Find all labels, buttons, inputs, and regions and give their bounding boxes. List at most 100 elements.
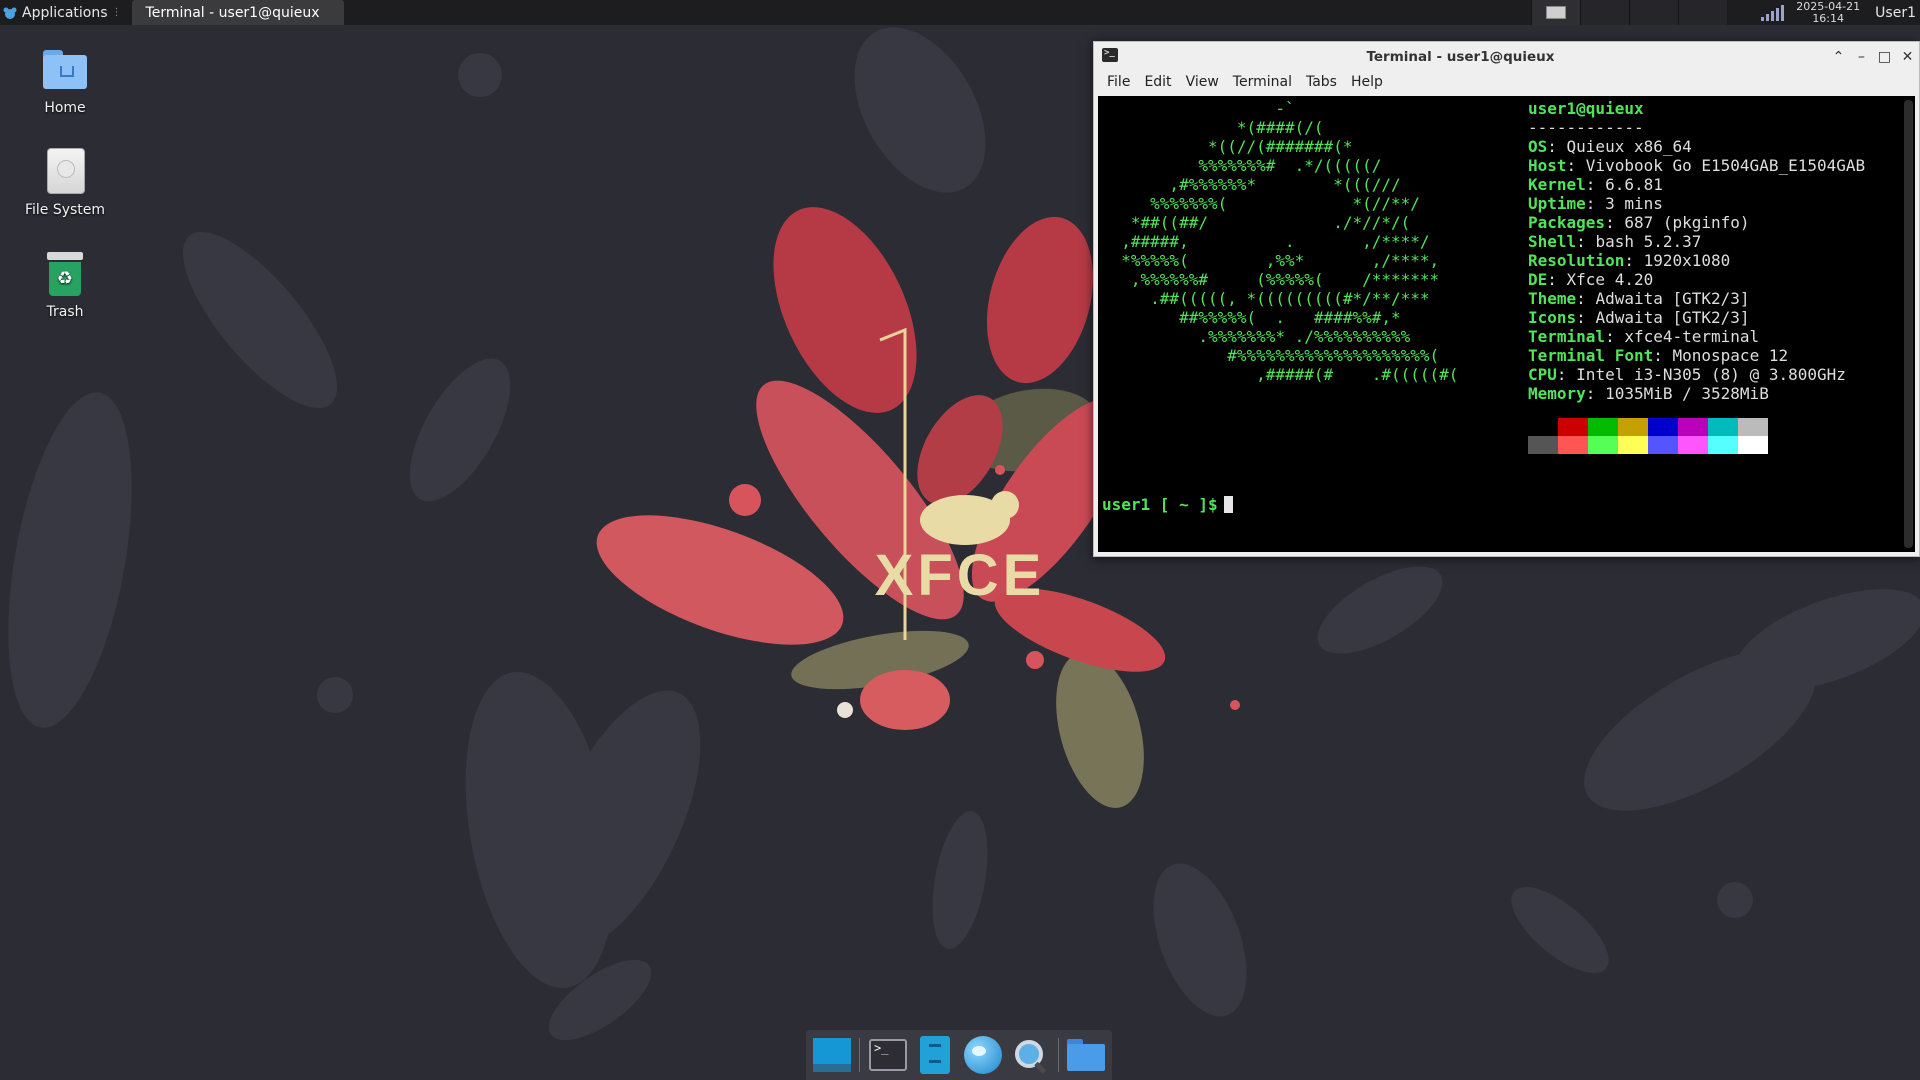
desktop-icon-label: Home bbox=[44, 100, 86, 116]
search-icon bbox=[1012, 1037, 1048, 1074]
desktop-icon-trash[interactable]: ♻ Trash bbox=[0, 250, 130, 320]
info-value: 6.6.81 bbox=[1605, 175, 1663, 194]
info-key: Uptime bbox=[1528, 194, 1586, 213]
terminal-scrollbar[interactable] bbox=[1904, 100, 1913, 548]
palette-swatch bbox=[1738, 418, 1768, 436]
close-button[interactable]: ✕ bbox=[1896, 45, 1919, 68]
text-cursor bbox=[1223, 496, 1233, 513]
info-line: Uptime: 3 mins bbox=[1528, 194, 1865, 213]
menu-edit[interactable]: Edit bbox=[1137, 74, 1178, 90]
terminal-titlebar[interactable]: Terminal - user1@quieux ⌃ – □ ✕ bbox=[1094, 42, 1919, 71]
dock-show-desktop[interactable] bbox=[812, 1035, 851, 1075]
terminal-title: Terminal - user1@quieux bbox=[1366, 48, 1555, 65]
palette-swatch bbox=[1618, 418, 1648, 436]
dock-app-finder[interactable] bbox=[1010, 1035, 1049, 1075]
info-key: Shell bbox=[1528, 232, 1577, 251]
terminal-output[interactable]: -` *(####(/( *((//(#######(* %%%%%%%# .*… bbox=[1098, 96, 1915, 552]
palette-swatch bbox=[1648, 418, 1678, 436]
info-separator: ------------ bbox=[1528, 118, 1644, 137]
prompt-line[interactable]: user1 [ ~ ]$ bbox=[1102, 495, 1233, 514]
info-value: Adwaita [GTK2/3] bbox=[1595, 289, 1750, 308]
info-colon: : bbox=[1624, 251, 1644, 270]
info-line: Memory: 1035MiB / 3528MiB bbox=[1528, 384, 1865, 403]
panel-clock[interactable]: 2025-04-21 16:14 bbox=[1789, 0, 1867, 25]
dock-separator bbox=[1057, 1038, 1059, 1072]
info-value: xfce4-terminal bbox=[1624, 327, 1760, 346]
network-signal-icon[interactable] bbox=[1755, 4, 1789, 21]
file-manager-icon bbox=[920, 1036, 951, 1074]
shell-prompt: user1 [ ~ ]$ bbox=[1102, 495, 1218, 514]
palette-swatch bbox=[1708, 418, 1738, 436]
info-value: 1920x1080 bbox=[1643, 251, 1731, 270]
desktop-icon-label: Trash bbox=[46, 304, 84, 320]
info-key: Terminal Font bbox=[1528, 346, 1654, 365]
workspace-1[interactable] bbox=[1531, 0, 1581, 25]
info-line: Theme: Adwaita [GTK2/3] bbox=[1528, 289, 1865, 308]
info-value: 3 mins bbox=[1605, 194, 1663, 213]
info-colon: : bbox=[1556, 365, 1577, 384]
color-palette bbox=[1528, 418, 1768, 454]
info-key: Kernel bbox=[1528, 175, 1586, 194]
dock-file-manager[interactable] bbox=[916, 1035, 955, 1075]
palette-swatch bbox=[1588, 418, 1618, 436]
info-line: DE: Xfce 4.20 bbox=[1528, 270, 1865, 289]
workspace-window-thumb bbox=[1546, 6, 1567, 19]
terminal-window: Terminal - user1@quieux ⌃ – □ ✕ File Edi… bbox=[1093, 41, 1920, 557]
info-value: 687 (pkginfo) bbox=[1624, 213, 1750, 232]
clock-date: 2025-04-21 bbox=[1796, 0, 1861, 13]
info-key: Memory bbox=[1528, 384, 1586, 403]
palette-swatch bbox=[1618, 436, 1648, 454]
drive-icon bbox=[41, 148, 89, 196]
info-colon: : bbox=[1576, 308, 1596, 327]
palette-swatch bbox=[1708, 436, 1738, 454]
applications-menu-button[interactable]: Applications ⋮ bbox=[0, 0, 126, 25]
taskbar-terminal-button[interactable]: Terminal - user1@quieux bbox=[131, 0, 344, 25]
info-colon: : bbox=[1605, 327, 1625, 346]
info-key: Icons bbox=[1528, 308, 1577, 327]
info-value: Quieux x86_64 bbox=[1566, 137, 1692, 156]
info-value: Adwaita [GTK2/3] bbox=[1595, 308, 1750, 327]
info-line: OS: Quieux x86_64 bbox=[1528, 137, 1865, 156]
info-colon: : bbox=[1585, 194, 1606, 213]
desktop-icon-home[interactable]: Home bbox=[0, 46, 130, 116]
dock-folder[interactable] bbox=[1067, 1035, 1106, 1075]
info-line: Kernel: 6.6.81 bbox=[1528, 175, 1865, 194]
menu-view[interactable]: View bbox=[1179, 74, 1226, 90]
menu-file[interactable]: File bbox=[1100, 74, 1137, 90]
workspace-4[interactable] bbox=[1678, 0, 1728, 25]
dock-separator bbox=[859, 1038, 861, 1072]
info-value: bash 5.2.37 bbox=[1595, 232, 1702, 251]
workspace-3[interactable] bbox=[1629, 0, 1679, 25]
clock-time: 16:14 bbox=[1812, 11, 1845, 25]
dock-terminal[interactable]: >_ bbox=[868, 1035, 907, 1075]
info-value: Xfce 4.20 bbox=[1566, 270, 1654, 289]
info-value: Intel i3-N305 (8) @ 3.800GHz bbox=[1576, 365, 1846, 384]
applications-menu-label: Applications bbox=[22, 4, 108, 21]
dock-web-browser[interactable] bbox=[963, 1035, 1002, 1075]
info-colon: : bbox=[1566, 156, 1586, 175]
palette-swatch bbox=[1738, 436, 1768, 454]
user-menu[interactable]: User1 bbox=[1867, 5, 1920, 21]
minimize-button[interactable]: – bbox=[1850, 45, 1873, 68]
info-line: Host: Vivobook Go E1504GAB_E1504GAB bbox=[1528, 156, 1865, 175]
web-browser-icon bbox=[963, 1036, 1002, 1074]
desktop-icon-label: File System bbox=[24, 202, 106, 218]
shade-button[interactable]: ⌃ bbox=[1827, 45, 1850, 68]
menu-tabs[interactable]: Tabs bbox=[1299, 74, 1344, 90]
info-key: Host bbox=[1528, 156, 1567, 175]
info-key: DE bbox=[1528, 270, 1548, 289]
info-colon: : bbox=[1585, 384, 1606, 403]
menu-help[interactable]: Help bbox=[1344, 74, 1390, 90]
maximize-button[interactable]: □ bbox=[1873, 45, 1896, 68]
info-line: Shell: bash 5.2.37 bbox=[1528, 232, 1865, 251]
desktop-icon-file-system[interactable]: File System bbox=[0, 148, 130, 218]
workspace-2[interactable] bbox=[1580, 0, 1630, 25]
terminal-window-icon[interactable] bbox=[1102, 48, 1118, 62]
bottom-dock: >_ bbox=[806, 1030, 1112, 1080]
top-panel: Applications ⋮ Terminal - user1@quieux 2… bbox=[0, 0, 1920, 25]
menu-handle-icon: ⋮ bbox=[111, 7, 122, 18]
palette-swatch bbox=[1528, 436, 1558, 454]
info-key: CPU bbox=[1528, 365, 1557, 384]
menu-terminal[interactable]: Terminal bbox=[1226, 74, 1299, 90]
info-value: Vivobook Go E1504GAB_E1504GAB bbox=[1585, 156, 1866, 175]
